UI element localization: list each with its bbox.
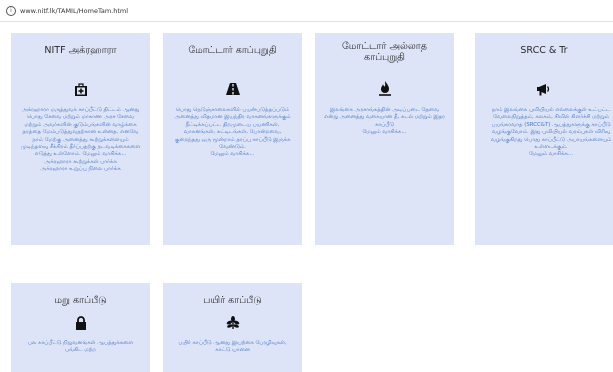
card-nitf-agrahara[interactable]: NITF அக்ரஹாரா அக்ரஹாரா மருத்துவக் காப்பீ… [11, 33, 150, 245]
lock-icon [11, 316, 150, 330]
card-title: மோட்டார் அல்லாத காப்புறுதி [342, 41, 427, 63]
card-description: அக்ரஹாரா மருத்துவக் காப்பீட்டு திட்டம் ஆ… [20, 107, 141, 173]
card-crop-insurance[interactable]: பயிர் காப்பீடு பயிர் காப்பீடு ஆனது இயற்க… [163, 283, 302, 372]
info-icon[interactable]: i [6, 5, 16, 16]
address-url[interactable]: www.nitf.lk/TAMIL/HomeTam.html [20, 7, 128, 15]
card-description: பல காப்பீட்டு நிறுவனங்கள் ஆபத்துக்களை பங… [27, 340, 134, 354]
card-description: நாம் இலங்கை புவியியல் எல்லைக்குள் உட்பட்… [490, 107, 612, 158]
card-title: SRCC & Tr [520, 45, 568, 56]
card-description: இலங்கை அரசாங்கத்தின் அடிப்படை தேவை என்று… [324, 107, 445, 136]
leaf-icon [163, 316, 302, 330]
card-title: பயிர் காப்பீடு [203, 295, 262, 306]
card-title: NITF அக்ரஹாரா [44, 45, 117, 56]
fire-icon [315, 81, 454, 96]
card-title: மோட்டார் காப்புறுதி [188, 45, 277, 56]
road-icon [163, 83, 302, 95]
card-non-motor-insurance[interactable]: மோட்டார் அல்லாத காப்புறுதி இலங்கை அரசாங்… [315, 33, 454, 245]
card-description: பொது நெடுஞ்சாலைகளில் பயன்படுத்தப்படும் அ… [174, 107, 291, 158]
address-bar[interactable]: i www.nitf.lk/TAMIL/HomeTam.html [0, 0, 613, 22]
medkit-icon [11, 83, 150, 97]
card-reinsurance[interactable]: மறு காப்பீடு பல காப்பீட்டு நிறுவனங்கள் ஆ… [11, 283, 150, 372]
card-srcc-tr[interactable]: SRCC & Tr நாம் இலங்கை புவியியல் எல்லைக்க… [475, 33, 613, 245]
card-description: பயிர் காப்பீடு ஆனது இயற்கை பேரழிவுகள், க… [178, 340, 287, 354]
card-title: மறு காப்பீடு [54, 295, 107, 306]
card-motor-insurance[interactable]: மோட்டார் காப்புறுதி பொது நெடுஞ்சாலைகளில்… [163, 33, 302, 245]
bullhorn-icon [475, 83, 613, 97]
